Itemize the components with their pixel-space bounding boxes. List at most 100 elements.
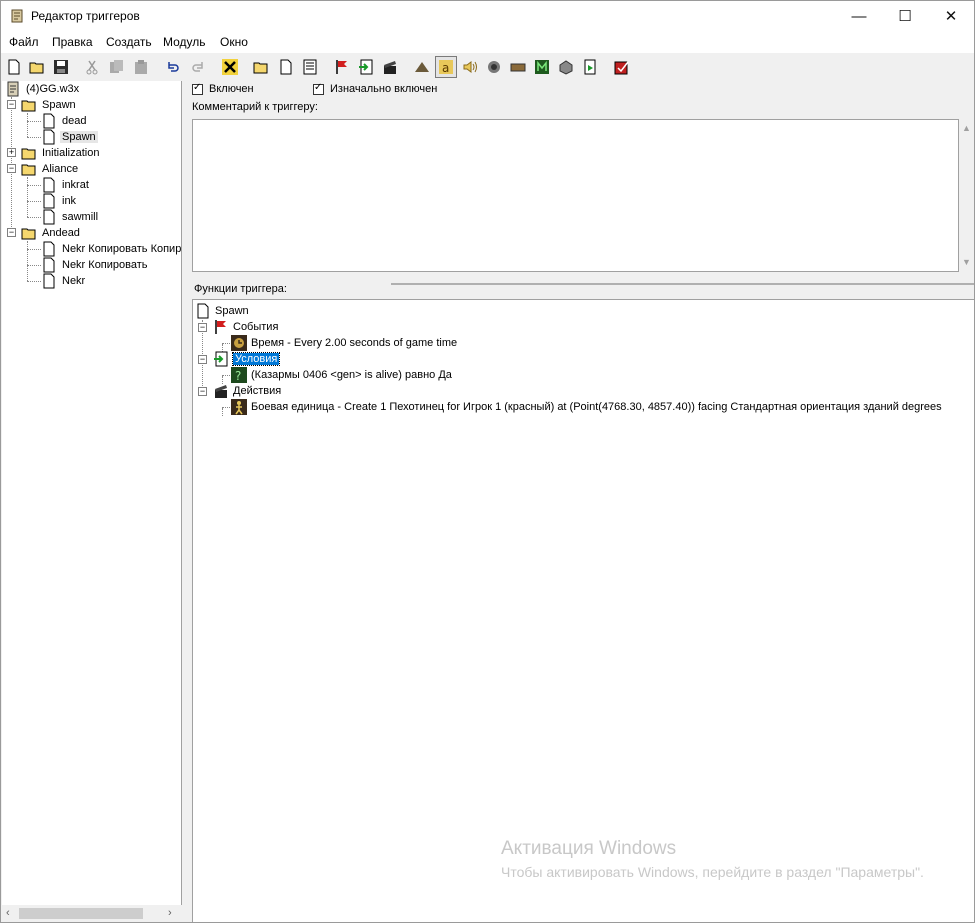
functions-label: Функции триггера: (194, 283, 287, 295)
tree-root[interactable]: (4)GG.w3x (5, 81, 81, 97)
close-icon: ✕ (944, 8, 958, 25)
cut-button[interactable] (81, 56, 103, 78)
object-editor-button[interactable] (483, 56, 505, 78)
minimize-icon: — (851, 7, 867, 25)
test-map-button[interactable] (579, 56, 601, 78)
minimize-button[interactable]: — (836, 1, 882, 31)
folder-open-icon (21, 100, 36, 112)
category-spawn[interactable]: Spawn (21, 97, 78, 113)
new-trigger-icon (280, 59, 292, 75)
collapse-conditions-toggle[interactable]: − (198, 355, 207, 364)
new-event-button[interactable] (331, 56, 353, 78)
new-event-icon (336, 60, 347, 74)
events-node[interactable]: События (213, 319, 278, 335)
menu-edit[interactable]: Правка (52, 35, 93, 49)
collapse-aliance-toggle[interactable]: − (7, 164, 16, 173)
new-trigger-button[interactable] (275, 56, 297, 78)
copy-button[interactable] (106, 56, 128, 78)
open-folder-icon (29, 62, 44, 74)
quest-editor-button[interactable] (611, 56, 633, 78)
trigger-page-icon (43, 257, 55, 273)
new-comment-button[interactable] (299, 56, 321, 78)
scroll-up-icon[interactable]: ▲ (962, 123, 971, 133)
undo-button[interactable] (162, 56, 184, 78)
collapse-spawn-toggle[interactable]: − (7, 100, 16, 109)
new-condition-icon (359, 59, 373, 75)
new-category-icon (253, 62, 268, 74)
tree-line (27, 121, 41, 122)
category-andead[interactable]: Andead (21, 225, 82, 241)
open-button[interactable] (26, 56, 48, 78)
collapse-actions-toggle[interactable]: − (198, 387, 207, 396)
trigger-item-nekr-copy-copy[interactable]: Nekr Копировать Копир (41, 241, 182, 257)
sound-editor-button[interactable] (459, 56, 481, 78)
clock-icon (231, 335, 247, 351)
action-clapper-icon (215, 385, 227, 398)
menu-module[interactable]: Модуль (163, 35, 206, 49)
menu-bar: Файл Правка Создать Модуль Окно (1, 31, 974, 53)
tree-horizontal-scrollbar[interactable]: ‹ › (2, 905, 182, 922)
trigger-functions-tree[interactable]: Spawn − События Время - Every 2.00 secon… (192, 299, 974, 922)
trigger-label: Nekr Копировать Копир (62, 243, 182, 255)
ai-editor-button[interactable] (531, 56, 553, 78)
category-aliance[interactable]: Aliance (21, 161, 80, 177)
trigger-label: ink (62, 195, 77, 207)
unit-figure-icon (231, 399, 247, 415)
trigger-item-ink[interactable]: ink (41, 193, 78, 209)
conditions-node[interactable]: Условия (213, 351, 281, 367)
function-root[interactable]: Spawn (195, 303, 249, 319)
category-initialization[interactable]: Initialization (21, 145, 101, 161)
actions-label: Действия (233, 385, 282, 397)
menu-window[interactable]: Окно (220, 35, 248, 49)
trigger-tree[interactable]: (4)GG.w3x − Spawn dead Spawn + Initializ… (2, 81, 182, 922)
tree-line (222, 408, 223, 416)
camera-button[interactable] (507, 56, 529, 78)
new-category-button[interactable] (250, 56, 272, 78)
save-button[interactable] (50, 56, 72, 78)
collapse-events-toggle[interactable]: − (198, 323, 207, 332)
trigger-item-nekr[interactable]: Nekr (41, 273, 87, 289)
redo-button[interactable] (187, 56, 209, 78)
comment-scrollbar[interactable]: ▲ ▼ (959, 119, 973, 272)
new-condition-button[interactable] (355, 56, 377, 78)
menu-create[interactable]: Создать (106, 35, 152, 49)
scroll-down-icon[interactable]: ▼ (962, 257, 971, 267)
actions-node[interactable]: Действия (213, 383, 281, 399)
new-action-button[interactable] (379, 56, 401, 78)
windows-activation-watermark: Активация Windows Чтобы активировать Win… (501, 838, 924, 880)
paste-button[interactable] (130, 56, 152, 78)
new-button[interactable] (3, 56, 25, 78)
collapse-andead-toggle[interactable]: − (7, 228, 16, 237)
initially-on-checkbox[interactable] (313, 82, 324, 95)
trigger-item-sawmill[interactable]: sawmill (41, 209, 100, 225)
trigger-label: Spawn (60, 131, 98, 143)
trigger-item-nekr-copy[interactable]: Nekr Копировать (41, 257, 150, 273)
trigger-label: Nekr Копировать (62, 259, 148, 271)
trigger-item-spawn[interactable]: Spawn (41, 129, 98, 145)
title-bar: Редактор триггеров — ☐ ✕ (1, 1, 974, 31)
unit-editor-button[interactable]: a (435, 56, 457, 78)
initially-on-checkbox-row[interactable]: Изначально включен (313, 81, 437, 97)
delete-button[interactable] (219, 56, 241, 78)
enabled-checkbox-row[interactable]: Включен (192, 81, 254, 97)
action-item[interactable]: Боевая единица - Create 1 Пехотинец for … (231, 399, 942, 415)
event-item[interactable]: Время - Every 2.00 seconds of game time (231, 335, 457, 351)
condition-item[interactable]: ? (Казармы 0406 <gen> is alive) равно Да (231, 367, 452, 383)
map-scroll-icon (7, 81, 19, 97)
comment-textarea[interactable] (192, 119, 959, 272)
trigger-item-dead[interactable]: dead (41, 113, 88, 129)
enabled-checkbox[interactable] (192, 82, 203, 95)
scroll-thumb[interactable] (19, 908, 143, 919)
import-button[interactable] (555, 56, 577, 78)
terrain-editor-button[interactable] (411, 56, 433, 78)
trigger-item-inkrat[interactable]: inkrat (41, 177, 91, 193)
scroll-left-icon[interactable]: ‹ (6, 907, 10, 919)
scroll-right-icon[interactable]: › (168, 907, 172, 919)
close-button[interactable]: ✕ (928, 1, 974, 31)
menu-file[interactable]: Файл (9, 35, 39, 49)
expand-initialization-toggle[interactable]: + (7, 148, 16, 157)
paste-icon (135, 60, 147, 74)
maximize-button[interactable]: ☐ (882, 1, 928, 31)
pane-splitter[interactable] (391, 283, 974, 285)
folder-open-icon (21, 228, 36, 240)
